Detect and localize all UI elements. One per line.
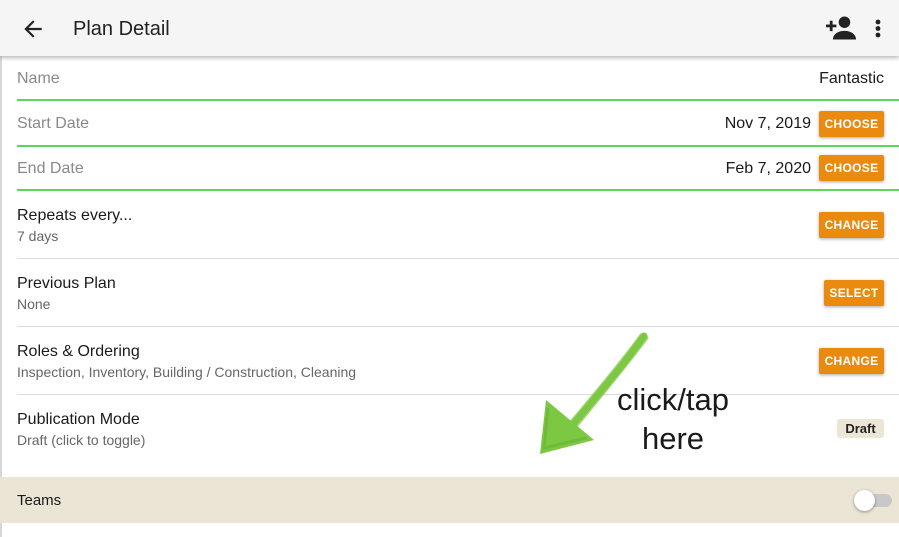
toggle-knob: [854, 490, 875, 511]
annotation-line-1: click/tap: [617, 382, 729, 417]
name-label: Name: [17, 70, 60, 87]
previous-plan-row: Previous Plan None SELECT: [0, 259, 899, 326]
repeats-change-button[interactable]: CHANGE: [819, 212, 884, 238]
previous-plan-subtitle: None: [17, 296, 51, 312]
roles-subtitle: Inspection, Inventory, Building / Constr…: [17, 364, 357, 380]
start-date-field: Start Date Nov 7, 2019 CHOOSE: [0, 106, 899, 148]
app-bar: Plan Detail: [0, 0, 899, 56]
annotation-text: click/tap here: [598, 380, 748, 458]
teams-toggle[interactable]: [854, 489, 894, 511]
end-date-label: End Date: [17, 160, 84, 177]
arrow-left-icon[interactable]: [20, 16, 46, 42]
name-value[interactable]: Fantastic: [819, 70, 884, 88]
roles-change-button[interactable]: CHANGE: [819, 348, 884, 374]
end-date-choose-button[interactable]: CHOOSE: [819, 155, 884, 181]
name-field[interactable]: Name Fantastic: [0, 64, 899, 102]
roles-title: Roles & Ordering: [17, 343, 140, 360]
repeats-subtitle: 7 days: [17, 228, 59, 244]
person-add-icon[interactable]: [826, 15, 856, 41]
teams-section-header: Teams: [0, 477, 899, 523]
start-date-choose-button[interactable]: CHOOSE: [819, 111, 884, 137]
end-date-field: End Date Feb 7, 2020 CHOOSE: [0, 150, 899, 192]
publication-mode-chip[interactable]: Draft: [837, 419, 884, 438]
more-vert-icon[interactable]: [868, 16, 888, 42]
publication-title: Publication Mode: [17, 411, 140, 428]
start-date-underline: [17, 145, 899, 147]
roles-row: Roles & Ordering Inspection, Inventory, …: [0, 327, 899, 394]
start-date-label: Start Date: [17, 115, 90, 132]
repeats-title: Repeats every...: [17, 207, 133, 224]
previous-plan-select-button[interactable]: SELECT: [824, 280, 884, 306]
page-title: Plan Detail: [73, 18, 170, 40]
annotation-line-2: here: [641, 421, 705, 456]
publication-subtitle: Draft (click to toggle): [17, 432, 146, 448]
publication-row[interactable]: Publication Mode Draft (click to toggle)…: [0, 395, 899, 477]
previous-plan-title: Previous Plan: [17, 275, 116, 292]
teams-label: Teams: [17, 492, 62, 509]
repeats-row: Repeats every... 7 days CHANGE: [0, 192, 899, 259]
start-date-value: Nov 7, 2019: [724, 115, 811, 132]
name-underline: [17, 99, 899, 101]
end-date-value: Feb 7, 2020: [725, 160, 811, 177]
end-date-underline: [17, 189, 899, 191]
